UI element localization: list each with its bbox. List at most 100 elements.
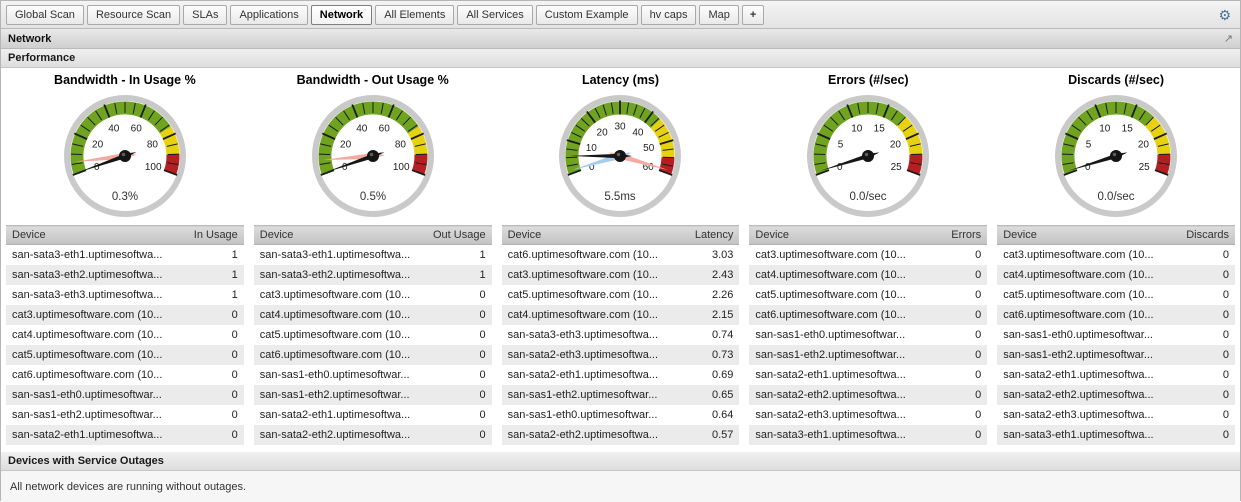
gauge[interactable]: 0204060801000.5%	[258, 88, 488, 222]
table-row[interactable]: san-sas1-eth0.uptimesoftwar...0.64	[502, 405, 740, 425]
table-row[interactable]: cat3.uptimesoftware.com (10...0	[254, 285, 492, 305]
table-row[interactable]: san-sata2-eth2.uptimesoftwa...0	[997, 385, 1235, 405]
table-row[interactable]: san-sata2-eth2.uptimesoftwa...0	[749, 385, 987, 405]
table-row[interactable]: san-sata3-eth3.uptimesoftwa...1	[6, 285, 244, 305]
table-row[interactable]: cat3.uptimesoftware.com (10...2.43	[502, 265, 740, 285]
column-header-device[interactable]: Device	[749, 226, 915, 245]
tab-slas[interactable]: SLAs	[183, 5, 227, 25]
table-row[interactable]: san-sata2-eth2.uptimesoftwa...0.57	[502, 425, 740, 445]
table-row[interactable]: san-sata2-eth3.uptimesoftwa...0	[749, 405, 987, 425]
metric-value: 1	[420, 265, 492, 285]
table-row[interactable]: san-sas1-eth0.uptimesoftwar...0	[254, 365, 492, 385]
tab-resource-scan[interactable]: Resource Scan	[87, 5, 180, 25]
device-name: san-sas1-eth2.uptimesoftwar...	[997, 345, 1163, 365]
gauge[interactable]: 01020304050605.5ms	[505, 88, 735, 222]
table-row[interactable]: cat3.uptimesoftware.com (10...0	[749, 245, 987, 266]
metric-value: 0.73	[667, 345, 739, 365]
table-row[interactable]: cat4.uptimesoftware.com (10...0	[254, 305, 492, 325]
table-row[interactable]: cat3.uptimesoftware.com (10...0	[6, 305, 244, 325]
table-row[interactable]: cat3.uptimesoftware.com (10...0	[997, 245, 1235, 266]
tab-hv-caps[interactable]: hv caps	[641, 5, 697, 25]
table-row[interactable]: san-sata3-eth3.uptimesoftwa...0.74	[502, 325, 740, 345]
device-name: cat3.uptimesoftware.com (10...	[997, 245, 1163, 266]
table-row[interactable]: cat5.uptimesoftware.com (10...0	[749, 285, 987, 305]
expand-icon[interactable]: ↗	[1224, 32, 1233, 45]
table-row[interactable]: cat6.uptimesoftware.com (10...0	[749, 305, 987, 325]
gauge[interactable]: 05101520250.0/sec	[1001, 88, 1231, 222]
device-name: san-sata2-eth3.uptimesoftwa...	[997, 405, 1163, 425]
table-row[interactable]: san-sas1-eth2.uptimesoftwar...0	[749, 345, 987, 365]
tab-all-services[interactable]: All Services	[457, 5, 532, 25]
device-name: san-sata2-eth1.uptimesoftwa...	[6, 425, 172, 445]
tab-applications[interactable]: Applications	[230, 5, 307, 25]
table-row[interactable]: san-sas1-eth2.uptimesoftwar...0	[254, 385, 492, 405]
panel-title: Bandwidth - Out Usage %	[254, 70, 492, 88]
table-row[interactable]: san-sas1-eth2.uptimesoftwar...0	[997, 345, 1235, 365]
table-row[interactable]: san-sata2-eth1.uptimesoftwa...0	[997, 365, 1235, 385]
column-header-metric[interactable]: Discards	[1163, 226, 1235, 245]
table-row[interactable]: san-sata2-eth2.uptimesoftwa...0	[254, 425, 492, 445]
table-row[interactable]: san-sata2-eth1.uptimesoftwa...0.69	[502, 365, 740, 385]
table-row[interactable]: san-sata2-eth1.uptimesoftwa...0	[254, 405, 492, 425]
panel-errors-sec: Errors (#/sec)05101520250.0/secDeviceErr…	[744, 70, 992, 452]
gauge-tick-label: 50	[644, 143, 656, 154]
device-name: cat5.uptimesoftware.com (10...	[997, 285, 1163, 305]
table-row[interactable]: cat4.uptimesoftware.com (10...0	[997, 265, 1235, 285]
metric-value: 2.15	[667, 305, 739, 325]
column-header-metric[interactable]: Errors	[915, 226, 987, 245]
column-header-device[interactable]: Device	[502, 226, 668, 245]
device-name: san-sata3-eth3.uptimesoftwa...	[502, 325, 668, 345]
table-row[interactable]: san-sas1-eth0.uptimesoftwar...0	[749, 325, 987, 345]
column-header-metric[interactable]: Out Usage	[420, 226, 492, 245]
table-row[interactable]: cat6.uptimesoftware.com (10...0	[254, 345, 492, 365]
metric-value: 0	[1163, 425, 1235, 445]
tab-custom-example[interactable]: Custom Example	[536, 5, 638, 25]
gauge-tick-label: 80	[147, 139, 159, 150]
table-row[interactable]: cat5.uptimesoftware.com (10...0	[254, 325, 492, 345]
gauge[interactable]: 05101520250.0/sec	[753, 88, 983, 222]
metric-value: 0	[420, 325, 492, 345]
tab-all-elements[interactable]: All Elements	[375, 5, 454, 25]
table-row[interactable]: cat6.uptimesoftware.com (10...0	[997, 305, 1235, 325]
metric-value: 0	[420, 305, 492, 325]
table-row[interactable]: san-sas1-eth0.uptimesoftwar...0	[997, 325, 1235, 345]
tab-network[interactable]: Network	[311, 5, 372, 25]
table-row[interactable]: san-sas1-eth2.uptimesoftwar...0.65	[502, 385, 740, 405]
metric-value: 1	[172, 285, 244, 305]
network-section-header: Network ↗	[1, 29, 1240, 49]
column-header-metric[interactable]: In Usage	[172, 226, 244, 245]
column-header-device[interactable]: Device	[254, 226, 420, 245]
table-row[interactable]: san-sas1-eth2.uptimesoftwar...0	[6, 405, 244, 425]
table-row[interactable]: cat4.uptimesoftware.com (10...0	[749, 265, 987, 285]
table-row[interactable]: cat5.uptimesoftware.com (10...0	[997, 285, 1235, 305]
column-header-device[interactable]: Device	[6, 226, 172, 245]
gauge[interactable]: 0204060801000.3%	[10, 88, 240, 222]
table-row[interactable]: cat4.uptimesoftware.com (10...0	[6, 325, 244, 345]
table-row[interactable]: san-sata3-eth2.uptimesoftwa...1	[254, 265, 492, 285]
table-row[interactable]: san-sata3-eth1.uptimesoftwa...0	[997, 425, 1235, 445]
metric-value: 0	[420, 365, 492, 385]
metric-value: 0	[915, 345, 987, 365]
table-row[interactable]: san-sas1-eth0.uptimesoftwar...0	[6, 385, 244, 405]
table-row[interactable]: san-sata3-eth1.uptimesoftwa...1	[254, 245, 492, 266]
device-name: san-sata2-eth1.uptimesoftwa...	[502, 365, 668, 385]
table-row[interactable]: san-sata3-eth1.uptimesoftwa...0	[749, 425, 987, 445]
column-header-device[interactable]: Device	[997, 226, 1163, 245]
table-row[interactable]: cat5.uptimesoftware.com (10...2.26	[502, 285, 740, 305]
table-row[interactable]: san-sata2-eth1.uptimesoftwa...0	[6, 425, 244, 445]
gear-icon[interactable]: ⚙	[1214, 8, 1235, 22]
column-header-metric[interactable]: Latency	[667, 226, 739, 245]
table-row[interactable]: san-sata3-eth1.uptimesoftwa...1	[6, 245, 244, 266]
table-row[interactable]: cat5.uptimesoftware.com (10...0	[6, 345, 244, 365]
table-row[interactable]: san-sata2-eth1.uptimesoftwa...0	[749, 365, 987, 385]
table-row[interactable]: san-sata3-eth2.uptimesoftwa...1	[6, 265, 244, 285]
table-row[interactable]: cat6.uptimesoftware.com (10...3.03	[502, 245, 740, 266]
metric-value: 0	[915, 265, 987, 285]
tab-map[interactable]: Map	[699, 5, 738, 25]
table-row[interactable]: san-sata2-eth3.uptimesoftwa...0.73	[502, 345, 740, 365]
tab-global-scan[interactable]: Global Scan	[6, 5, 84, 25]
add-tab-button[interactable]: +	[742, 5, 764, 25]
table-row[interactable]: san-sata2-eth3.uptimesoftwa...0	[997, 405, 1235, 425]
table-row[interactable]: cat6.uptimesoftware.com (10...0	[6, 365, 244, 385]
table-row[interactable]: cat4.uptimesoftware.com (10...2.15	[502, 305, 740, 325]
